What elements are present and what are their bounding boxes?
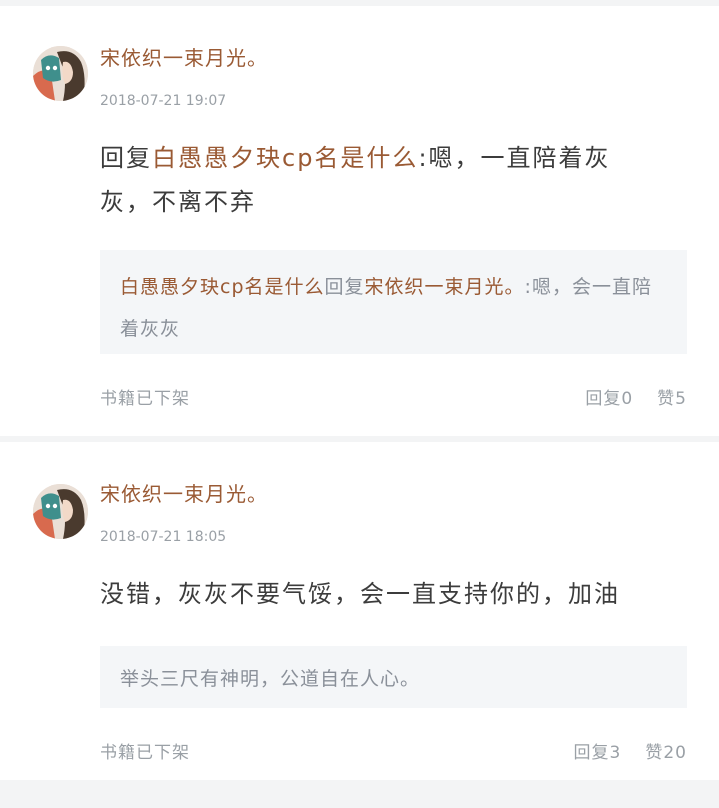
reply-label: 回复 <box>585 389 622 409</box>
comment-card: 宋依织一束月光。 2018-07-21 18:05 没错，灰灰不要气馁，会一直支… <box>0 442 719 780</box>
author-name[interactable]: 宋依织一束月光。 <box>100 442 687 506</box>
like-count: 20 <box>663 743 687 763</box>
like-label: 赞 <box>657 389 676 409</box>
like-button[interactable]: 赞20 <box>645 738 687 763</box>
comment-timestamp: 2018-07-21 18:05 <box>100 529 227 545</box>
book-status[interactable]: 书籍已下架 <box>100 384 190 409</box>
comment-timestamp: 2018-07-21 19:07 <box>100 93 227 109</box>
like-label: 赞 <box>645 743 664 763</box>
like-count: 5 <box>675 389 687 409</box>
comment-card: 宋依织一束月光。 2018-07-21 19:07 回复白愚愚夕玦cp名是什么:… <box>0 6 719 436</box>
comment-actions: 回复3 赞20 <box>574 738 687 763</box>
quoted-comment[interactable]: 举头三尺有神明，公道自在人心。 <box>100 646 687 708</box>
avatar-image <box>33 484 88 539</box>
author-name[interactable]: 宋依织一束月光。 <box>100 6 687 70</box>
avatar[interactable] <box>33 46 88 101</box>
quote-target[interactable]: 宋依织一束月光。 <box>365 276 525 298</box>
reply-count: 0 <box>621 389 634 409</box>
comment-footer: 书籍已下架 回复3 赞20 <box>100 738 687 763</box>
comment-footer: 书籍已下架 回复0 赞5 <box>100 384 687 409</box>
quote-reply-word: 回复 <box>324 276 365 298</box>
reply-count: 3 <box>609 743 622 763</box>
comment-actions: 回复0 赞5 <box>585 384 687 409</box>
quoted-comment[interactable]: 白愚愚夕玦cp名是什么回复宋依织一束月光。:嗯，会一直陪着灰灰 <box>100 250 687 354</box>
comment-content: 回复白愚愚夕玦cp名是什么:嗯，一直陪着灰灰，不离不弃 <box>100 136 687 224</box>
comment-content: 没错，灰灰不要气馁，会一直支持你的，加油 <box>100 580 620 608</box>
like-button[interactable]: 赞5 <box>657 384 687 409</box>
reply-label: 回复 <box>573 743 610 763</box>
book-status[interactable]: 书籍已下架 <box>100 738 190 763</box>
reply-button[interactable]: 回复3 <box>574 738 622 763</box>
reply-button[interactable]: 回复0 <box>585 384 633 409</box>
quote-user[interactable]: 白愚愚夕玦cp名是什么 <box>120 276 325 298</box>
avatar-image <box>33 46 88 101</box>
reply-word: 回复 <box>100 144 152 172</box>
avatar[interactable] <box>33 484 88 539</box>
reply-target[interactable]: 白愚愚夕玦cp名是什么 <box>152 144 418 172</box>
